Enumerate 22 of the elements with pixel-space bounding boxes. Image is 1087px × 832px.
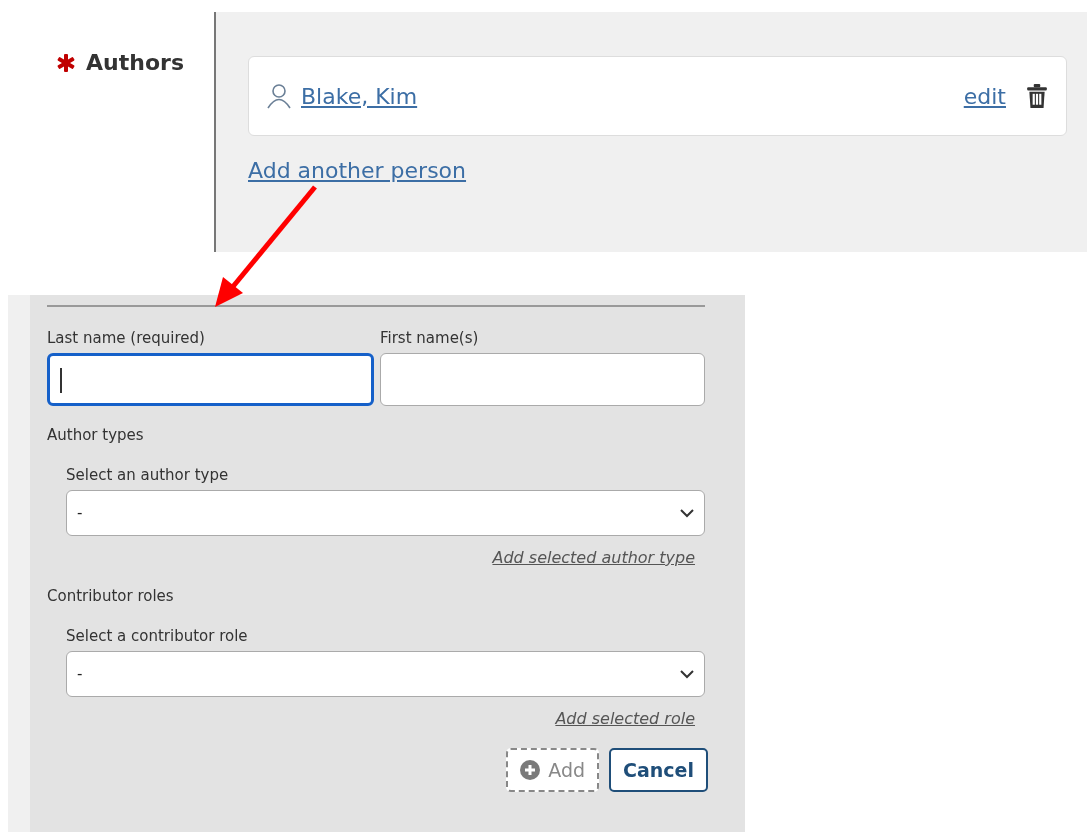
field-label: Select an author type — [66, 466, 230, 484]
chevron-down-icon — [680, 508, 694, 518]
select-dropdown[interactable]: - — [66, 490, 705, 536]
plus-circle-icon — [520, 760, 541, 780]
add-selected-link[interactable]: Add selected role — [555, 709, 695, 728]
section-heading: Author types — [47, 426, 145, 444]
chevron-down-icon — [680, 669, 694, 679]
field-label: Authors — [86, 50, 184, 75]
field-label: Select a contributor role — [66, 627, 249, 645]
add-person-link[interactable]: Add another person — [248, 158, 467, 183]
field-label: Last name (required) — [47, 329, 206, 347]
cancel-button[interactable]: Cancel — [609, 748, 708, 792]
person-icon — [267, 83, 291, 109]
first-name-field[interactable] — [380, 353, 705, 406]
field-label: First name(s) — [380, 329, 480, 347]
add-selected-link[interactable]: Add selected author type — [492, 548, 695, 567]
person-link[interactable]: Blake, Kim — [301, 83, 418, 109]
trash-icon[interactable] — [1026, 84, 1048, 108]
select-dropdown[interactable]: - — [66, 651, 705, 697]
last-name-field[interactable] — [47, 353, 374, 406]
section-heading: Contributor roles — [47, 587, 175, 605]
edit-link[interactable]: edit — [963, 83, 1006, 109]
